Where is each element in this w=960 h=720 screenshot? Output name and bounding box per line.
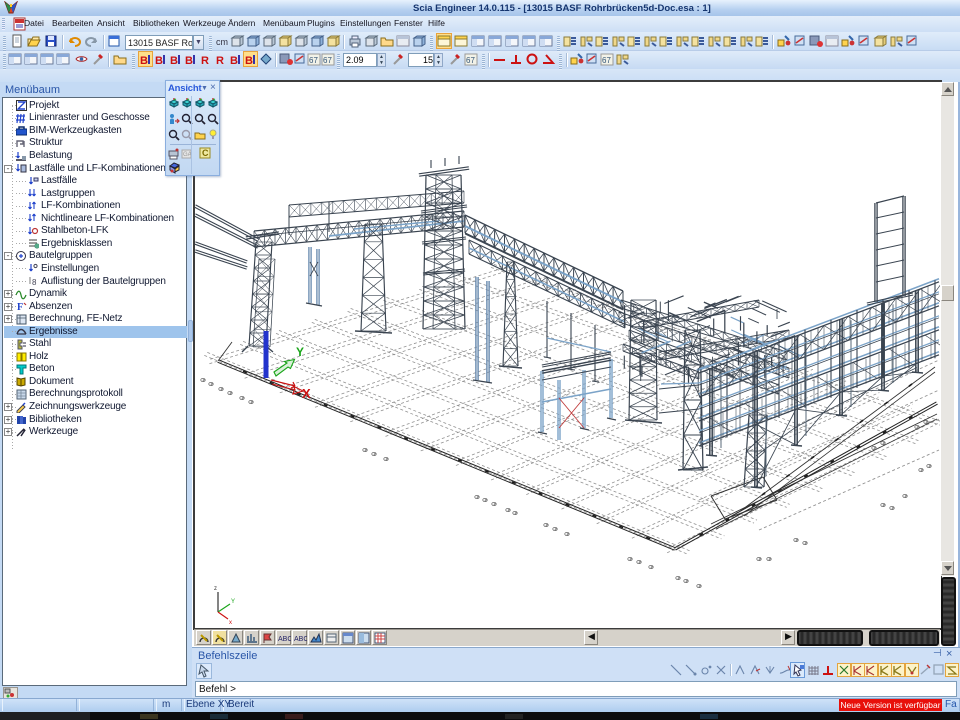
svg-text:X: X <box>302 386 311 401</box>
svg-text:ABC: ABC <box>294 636 307 643</box>
svg-text:67: 67 <box>309 56 318 65</box>
svg-text:B: B <box>230 55 238 67</box>
svg-text:z: z <box>214 586 217 592</box>
svg-text:F: F <box>17 302 23 312</box>
svg-text:8: 8 <box>32 278 37 287</box>
svg-text:Y: Y <box>296 345 304 359</box>
svg-text:C: C <box>202 148 209 158</box>
svg-text:B: B <box>140 55 148 67</box>
svg-text:67: 67 <box>466 56 475 65</box>
svg-text:cm: cm <box>216 37 228 47</box>
svg-text:x: x <box>229 620 232 626</box>
svg-text:B: B <box>245 55 253 67</box>
svg-text:ABC: ABC <box>278 636 291 643</box>
svg-text:R: R <box>216 55 224 67</box>
svg-text:R: R <box>201 55 209 67</box>
svg-text:Y: Y <box>231 599 235 605</box>
svg-text:B: B <box>185 55 193 67</box>
svg-text:67: 67 <box>323 56 332 65</box>
svg-text:67: 67 <box>602 56 611 65</box>
svg-text:B: B <box>170 55 178 67</box>
svg-text:B: B <box>155 55 163 67</box>
